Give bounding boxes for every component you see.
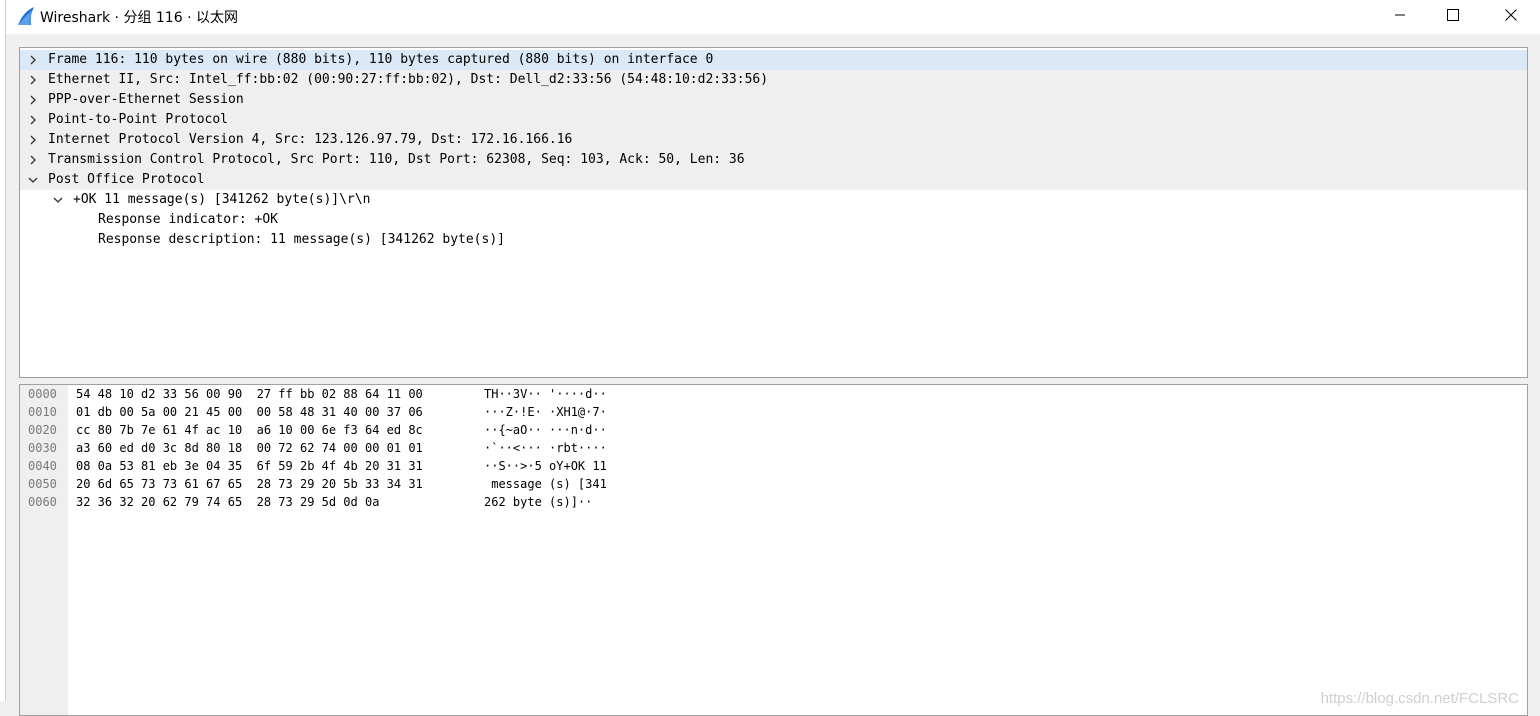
hex-bytes[interactable]: 54 48 10 d2 33 56 00 90 27 ff bb 02 88 6…: [76, 385, 423, 403]
tree-row-label: Internet Protocol Version 4, Src: 123.12…: [48, 132, 573, 147]
hex-offset: 0040: [28, 459, 57, 473]
tree-row[interactable]: Internet Protocol Version 4, Src: 123.12…: [20, 130, 1527, 150]
chevron-down-icon[interactable]: [53, 195, 63, 205]
tree-row-label: PPP-over-Ethernet Session: [48, 92, 244, 107]
hex-bytes[interactable]: cc 80 7b 7e 61 4f ac 10 a6 10 00 6e f3 6…: [76, 421, 423, 439]
hex-offset: 0060: [28, 495, 57, 509]
maximize-button[interactable]: [1424, 0, 1482, 30]
hex-bytes[interactable]: 20 6d 65 73 73 61 67 65 28 73 29 20 5b 3…: [76, 475, 423, 493]
hex-offset: 0020: [28, 423, 57, 437]
hex-offset: 0000: [28, 387, 57, 401]
hex-ascii[interactable]: ··S··>·5 oY+OK 11: [484, 457, 607, 475]
packet-details-tree[interactable]: Frame 116: 110 bytes on wire (880 bits),…: [19, 47, 1528, 378]
chevron-right-icon[interactable]: [28, 115, 38, 125]
hex-ascii[interactable]: ···Z·!E· ·XH1@·7·: [484, 403, 607, 421]
hex-ascii[interactable]: ··{~aO·· ···n·d··: [484, 421, 607, 439]
chevron-right-icon[interactable]: [28, 155, 38, 165]
window-title: Wireshark · 分组 116 · 以太网: [40, 10, 238, 26]
hex-row[interactable]: 0020 cc 80 7b 7e 61 4f ac 10 a6 10 00 6e …: [20, 421, 1527, 439]
tree-row[interactable]: Frame 116: 110 bytes on wire (880 bits),…: [20, 50, 1527, 70]
maximize-icon: [1447, 9, 1459, 21]
hex-row[interactable]: 0060 32 36 32 20 62 79 74 65 28 73 29 5d …: [20, 493, 1527, 511]
hex-bytes[interactable]: 08 0a 53 81 eb 3e 04 35 6f 59 2b 4f 4b 2…: [76, 457, 423, 475]
packet-bytes-pane[interactable]: 0000 54 48 10 d2 33 56 00 90 27 ff bb 02 …: [19, 384, 1528, 716]
hex-row[interactable]: 0040 08 0a 53 81 eb 3e 04 35 6f 59 2b 4f …: [20, 457, 1527, 475]
hex-bytes[interactable]: 01 db 00 5a 00 21 45 00 00 58 48 31 40 0…: [76, 403, 423, 421]
minimize-button[interactable]: [1371, 0, 1429, 30]
hex-row[interactable]: 0000 54 48 10 d2 33 56 00 90 27 ff bb 02 …: [20, 385, 1527, 403]
chevron-right-icon[interactable]: [28, 95, 38, 105]
hex-row[interactable]: 0030 a3 60 ed d0 3c 8d 80 18 00 72 62 74 …: [20, 439, 1527, 457]
tree-row-label: Post Office Protocol: [48, 172, 205, 187]
tree-row[interactable]: PPP-over-Ethernet Session: [20, 90, 1527, 110]
hex-offset: 0010: [28, 405, 57, 419]
watermark: https://blog.csdn.net/FCLSRC: [1320, 690, 1519, 707]
tree-row[interactable]: Response description: 11 message(s) [341…: [20, 230, 1527, 250]
title-bar[interactable]: Wireshark · 分组 116 · 以太网: [6, 0, 1540, 34]
hex-ascii[interactable]: ·`··<··· ·rbt····: [484, 439, 607, 457]
tree-row[interactable]: Post Office Protocol: [20, 170, 1527, 190]
tree-row-label: Point-to-Point Protocol: [48, 112, 229, 127]
tree-row[interactable]: Point-to-Point Protocol: [20, 110, 1527, 130]
chevron-right-icon[interactable]: [28, 135, 38, 145]
tree-row-label: +OK 11 message(s) [341262 byte(s)]\r\n: [73, 192, 371, 207]
tree-row-label: Ethernet II, Src: Intel_ff:bb:02 (00:90:…: [48, 72, 769, 87]
hex-row[interactable]: 0050 20 6d 65 73 73 61 67 65 28 73 29 20 …: [20, 475, 1527, 493]
tree-row-label: Frame 116: 110 bytes on wire (880 bits),…: [48, 52, 714, 67]
chevron-down-icon[interactable]: [28, 175, 38, 185]
hex-ascii[interactable]: TH··3V·· '····d··: [484, 385, 607, 403]
tree-row[interactable]: Response indicator: +OK: [20, 210, 1527, 230]
tree-row[interactable]: +OK 11 message(s) [341262 byte(s)]\r\n: [20, 190, 1527, 210]
background-window-edge: [0, 0, 6, 701]
tree-row-label: Transmission Control Protocol, Src Port:…: [48, 152, 745, 167]
wireshark-fin-icon: [16, 6, 36, 26]
tree-row[interactable]: Transmission Control Protocol, Src Port:…: [20, 150, 1527, 170]
hex-offset: 0050: [28, 477, 57, 491]
tree-row[interactable]: Ethernet II, Src: Intel_ff:bb:02 (00:90:…: [20, 70, 1527, 90]
chevron-right-icon[interactable]: [28, 55, 38, 65]
hex-row[interactable]: 0010 01 db 00 5a 00 21 45 00 00 58 48 31 …: [20, 403, 1527, 421]
hex-bytes[interactable]: 32 36 32 20 62 79 74 65 28 73 29 5d 0d 0…: [76, 493, 379, 511]
chevron-right-icon[interactable]: [28, 75, 38, 85]
hex-bytes[interactable]: a3 60 ed d0 3c 8d 80 18 00 72 62 74 00 0…: [76, 439, 423, 457]
minimize-icon: [1395, 14, 1405, 16]
tree-row-label: Response description: 11 message(s) [341…: [98, 232, 505, 247]
hex-offset: 0030: [28, 441, 57, 455]
close-icon: [1505, 9, 1517, 21]
hex-ascii[interactable]: 262 byte (s)]··: [484, 493, 592, 511]
tree-row-label: Response indicator: +OK: [98, 212, 279, 227]
hex-ascii[interactable]: message (s) [341: [484, 475, 607, 493]
close-button[interactable]: [1482, 0, 1540, 30]
